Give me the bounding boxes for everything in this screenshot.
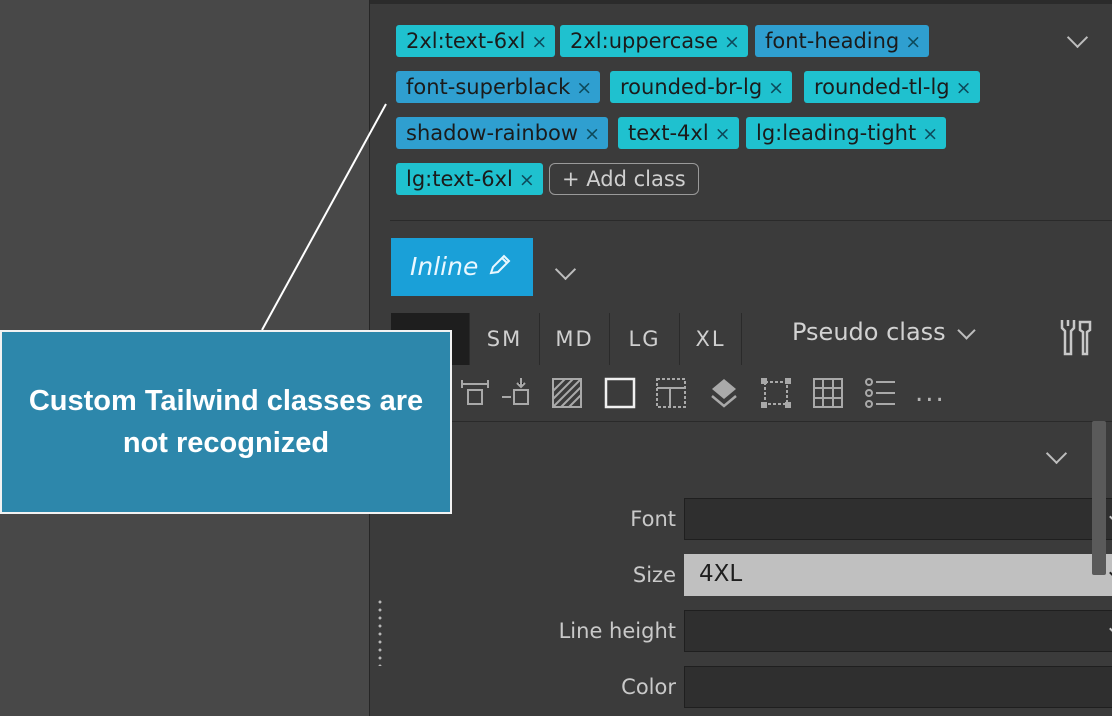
callout-text: Custom Tailwind classes are not recogniz… — [28, 385, 424, 459]
annotation-callout: Custom Tailwind classes are not recogniz… — [0, 330, 452, 514]
